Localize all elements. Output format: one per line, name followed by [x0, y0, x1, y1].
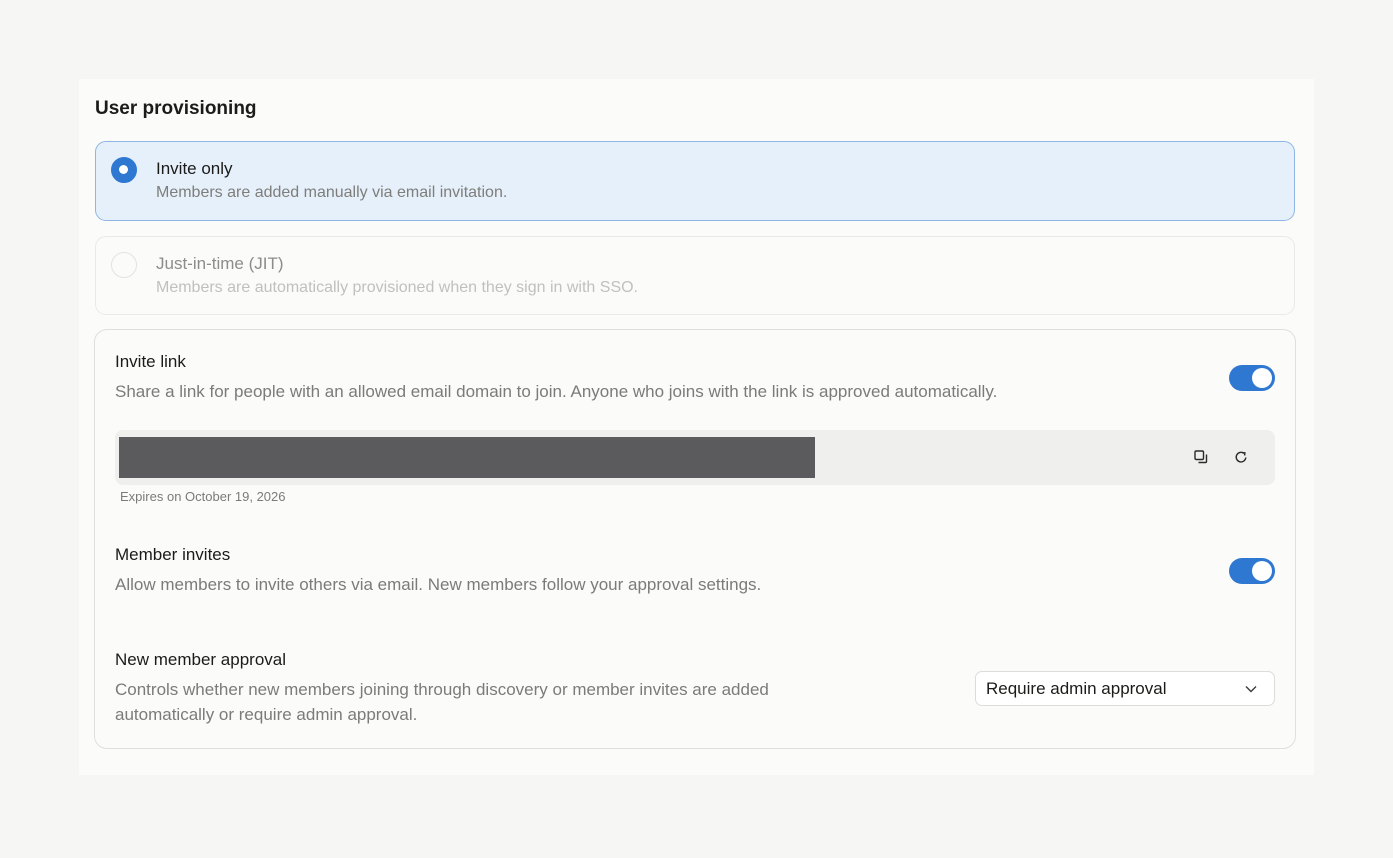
member-invites-toggle[interactable]: [1229, 558, 1275, 584]
radio-invite-only[interactable]: [111, 157, 137, 183]
approval-description-line1: Controls whether new members joining thr…: [115, 680, 769, 699]
copy-icon[interactable]: [1191, 447, 1211, 467]
provisioning-panel: User provisioning Invite only Members ar…: [79, 79, 1314, 775]
chevron-down-icon: [1245, 686, 1257, 693]
option-title: Invite only: [156, 159, 233, 178]
member-invites-description: Allow members to invite others via email…: [115, 575, 762, 594]
invite-link-expiry: Expires on October 19, 2026: [120, 489, 286, 504]
approval-select-value: Require admin approval: [986, 679, 1167, 698]
option-jit[interactable]: Just-in-time (JIT) Members are automatic…: [95, 236, 1295, 315]
approval-title: New member approval: [115, 650, 287, 669]
settings-box: Invite link Share a link for people with…: [94, 329, 1296, 749]
member-invites-title: Member invites: [115, 545, 231, 564]
option-description: Members are automatically provisioned wh…: [156, 279, 638, 296]
radio-jit[interactable]: [111, 252, 137, 278]
approval-description-line2: automatically or require admin approval.: [115, 705, 418, 724]
approval-select[interactable]: Require admin approval: [975, 671, 1275, 706]
invite-link-field: [115, 430, 1275, 485]
invite-link-title: Invite link: [115, 352, 186, 371]
option-description: Members are added manually via email inv…: [156, 184, 508, 201]
invite-link-toggle[interactable]: [1229, 365, 1275, 391]
section-title: User provisioning: [95, 98, 257, 119]
option-title: Just-in-time (JIT): [156, 254, 284, 273]
option-invite-only[interactable]: Invite only Members are added manually v…: [95, 141, 1295, 221]
invite-link-value-redacted[interactable]: [119, 437, 815, 478]
invite-link-description: Share a link for people with an allowed …: [115, 382, 998, 401]
refresh-icon[interactable]: [1231, 447, 1251, 467]
